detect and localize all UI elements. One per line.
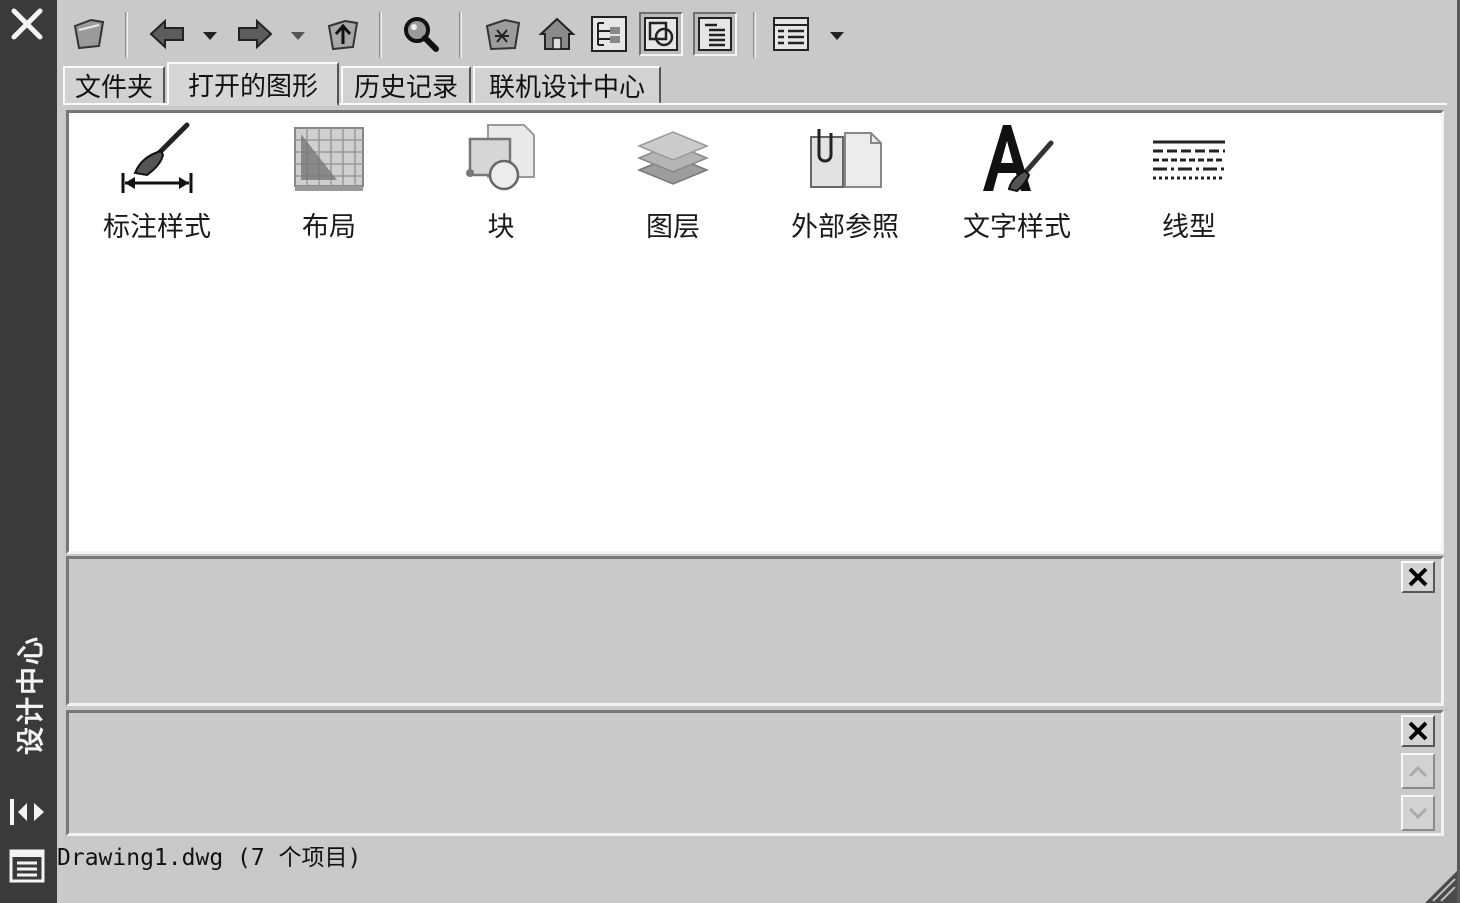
- content-item-label: 块: [487, 212, 515, 243]
- tab-strip: 文件夹 打开的图形 历史记录 联机设计中心: [63, 62, 1453, 106]
- preview-toggle-icon[interactable]: [639, 12, 683, 56]
- back-dropdown-icon[interactable]: [200, 26, 220, 46]
- views-icon[interactable]: [769, 12, 813, 56]
- close-preview-button[interactable]: [1401, 561, 1435, 593]
- home-icon[interactable]: [535, 12, 579, 56]
- search-icon[interactable]: [399, 12, 443, 56]
- autohide-icon[interactable]: [6, 792, 48, 832]
- toolbar-separator: [125, 12, 128, 58]
- content-item-label: 线型: [1162, 212, 1216, 243]
- linetype-icon: [1149, 121, 1229, 197]
- tab-folders[interactable]: 文件夹: [63, 66, 165, 104]
- content-item-label: 标注样式: [103, 212, 211, 243]
- content-item-label: 图层: [646, 212, 700, 243]
- xref-icon: [805, 121, 885, 197]
- description-pane: [66, 710, 1444, 836]
- content-item-xref[interactable]: 外部参照: [759, 121, 931, 243]
- tab-online-design-center[interactable]: 联机设计中心: [473, 66, 661, 104]
- content-item-dimension-style[interactable]: 标注样式: [71, 121, 243, 243]
- tab-history[interactable]: 历史记录: [341, 66, 471, 104]
- block-icon: [461, 121, 541, 197]
- tab-open-drawings[interactable]: 打开的图形: [167, 62, 339, 106]
- tab-label: 打开的图形: [187, 71, 318, 102]
- close-icon: [1408, 567, 1428, 587]
- forward-dropdown-icon[interactable]: [288, 26, 308, 46]
- content-item-layout[interactable]: 布局: [243, 121, 415, 243]
- content-item-linetype[interactable]: 线型: [1103, 121, 1275, 243]
- design-center-main: 文件夹 打开的图形 历史记录 联机设计中心 标注样式 布局 块 图层 外部参照 …: [57, 0, 1460, 903]
- palette-title: 设计中心: [13, 634, 47, 756]
- back-arrow-icon[interactable]: [145, 12, 189, 56]
- close-description-button[interactable]: [1401, 715, 1435, 747]
- tree-view-toggle-icon[interactable]: [587, 12, 631, 56]
- close-icon[interactable]: [7, 6, 47, 42]
- chevron-up-icon: [1408, 765, 1428, 778]
- content-item-label: 布局: [302, 212, 356, 243]
- content-item-layers[interactable]: 图层: [587, 121, 759, 243]
- tab-label: 历史记录: [353, 72, 458, 103]
- description-toggle-icon[interactable]: [693, 12, 737, 56]
- tab-label: 文件夹: [74, 72, 153, 103]
- favorites-icon[interactable]: [481, 12, 525, 56]
- layers-icon: [633, 121, 713, 197]
- palette-title-bar: 设计中心: [0, 0, 57, 903]
- content-item-label: 外部参照: [791, 212, 899, 243]
- status-bar: Drawing1.dwg (7 个项目): [57, 838, 362, 871]
- content-area[interactable]: 标注样式 布局 块 图层 外部参照 文字样式 线型: [66, 110, 1444, 554]
- close-icon: [1408, 721, 1428, 741]
- chevron-down-icon: [1408, 807, 1428, 820]
- views-dropdown-icon[interactable]: [827, 26, 847, 46]
- toolbar-separator: [753, 12, 756, 58]
- scroll-up-button[interactable]: [1401, 753, 1435, 789]
- forward-arrow-icon[interactable]: [233, 12, 277, 56]
- dimension-style-icon: [117, 121, 197, 197]
- load-folder-icon[interactable]: [67, 12, 111, 56]
- tab-label: 联机设计中心: [488, 72, 645, 103]
- up-folder-icon[interactable]: [321, 12, 365, 56]
- status-text: Drawing1.dwg (7 个项目): [57, 845, 362, 871]
- toolbar-separator: [459, 12, 462, 58]
- content-item-block[interactable]: 块: [415, 121, 587, 243]
- text-style-icon: [977, 121, 1057, 197]
- preview-pane: [66, 556, 1444, 706]
- content-item-text-style[interactable]: 文字样式: [931, 121, 1103, 243]
- scroll-down-button[interactable]: [1401, 795, 1435, 831]
- resize-grip-icon[interactable]: [1423, 869, 1457, 903]
- content-item-label: 文字样式: [963, 212, 1071, 243]
- toolbar-separator: [379, 12, 382, 58]
- layout-icon: [289, 121, 369, 197]
- toolbar: [57, 4, 857, 62]
- properties-icon[interactable]: [6, 845, 48, 887]
